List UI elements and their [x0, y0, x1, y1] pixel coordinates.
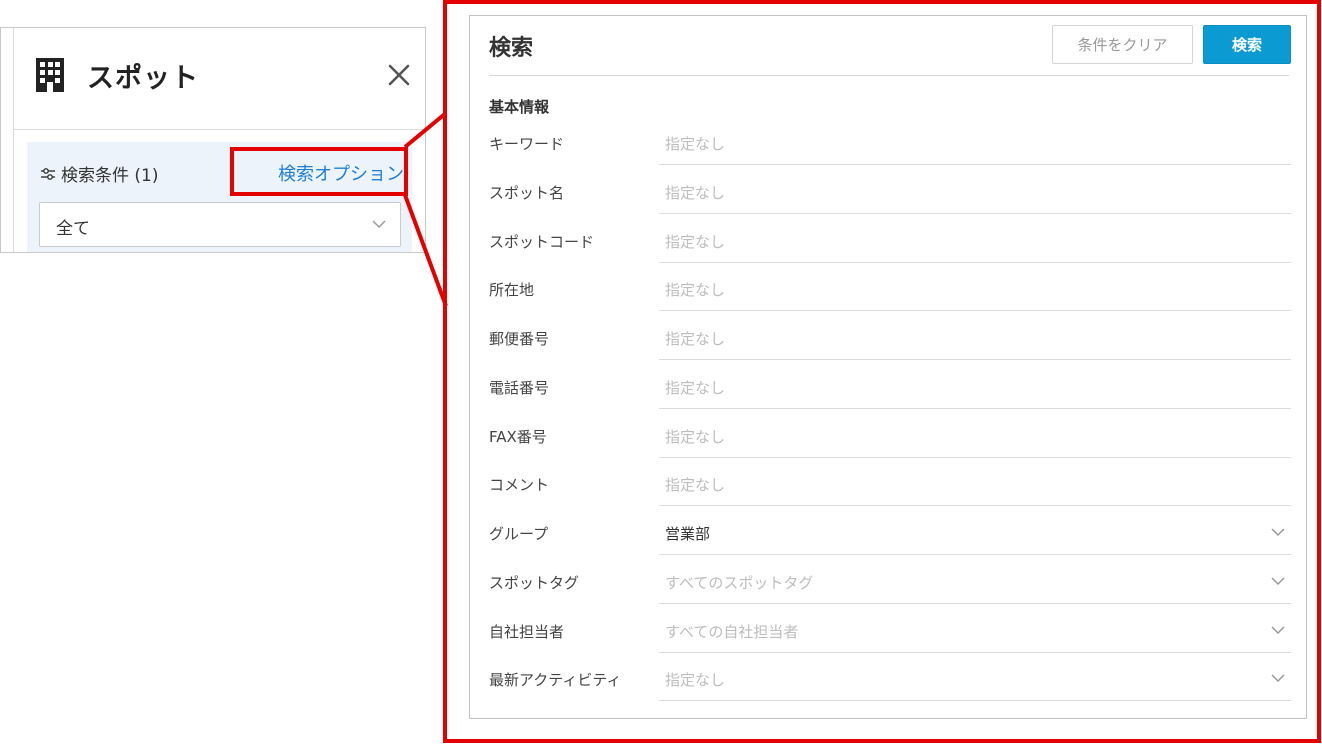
field-placeholder: 指定なし — [665, 281, 726, 300]
field-row-keyword: キーワード 指定なし — [489, 121, 1291, 170]
assignee-select[interactable]: すべての自社担当者 — [659, 609, 1291, 653]
field-row-spot-name: スポット名 指定なし — [489, 170, 1291, 219]
field-label: 所在地 — [489, 281, 535, 300]
close-icon[interactable] — [387, 63, 411, 87]
field-label: FAX番号 — [489, 427, 547, 446]
latest-activity-select[interactable]: 指定なし — [659, 657, 1291, 702]
field-label: 郵便番号 — [489, 330, 550, 348]
address-input[interactable]: 指定なし — [659, 267, 1291, 312]
field-label: スポット名 — [489, 183, 565, 202]
spot-panel: スポット 検索条件 (1) 検索オプション 全て — [0, 27, 426, 253]
scope-select-value: 全て — [56, 219, 90, 239]
field-value: 営業部 — [665, 525, 711, 543]
field-row-spot-tag: スポットタグ すべてのスポットタグ — [489, 560, 1291, 609]
search-options-dialog: 検索 条件をクリア 検索 基本情報 キーワード 指定なし スポット名 指定なし … — [469, 15, 1307, 719]
chevron-down-icon — [1271, 577, 1285, 585]
search-options-link[interactable]: 検索オプション — [278, 160, 404, 186]
postal-code-input[interactable]: 指定なし — [659, 316, 1291, 360]
comment-input[interactable]: 指定なし — [659, 462, 1291, 507]
spot-name-input[interactable]: 指定なし — [659, 170, 1291, 214]
chevron-down-icon — [1271, 625, 1285, 634]
field-row-fax: FAX番号 指定なし — [489, 414, 1291, 463]
phone-input[interactable]: 指定なし — [659, 365, 1291, 409]
search-conditions-box: 検索条件 (1) 検索オプション 全て — [27, 142, 412, 252]
search-conditions-label-group: 検索条件 (1) — [41, 161, 158, 186]
field-label: グループ — [489, 525, 549, 543]
field-label: キーワード — [489, 135, 565, 153]
chevron-down-icon — [1271, 528, 1285, 537]
field-placeholder: 指定なし — [665, 427, 726, 446]
filter-sliders-icon — [41, 167, 55, 180]
field-placeholder: 指定なし — [665, 330, 726, 348]
spot-panel-header: スポット — [14, 28, 425, 130]
dialog-title: 検索 — [489, 36, 534, 61]
field-row-address: 所在地 指定なし — [489, 267, 1291, 316]
chevron-down-icon — [1271, 674, 1285, 683]
scope-select[interactable]: 全て — [39, 202, 401, 247]
field-placeholder: 指定なし — [665, 135, 726, 153]
field-placeholder: すべてのスポットタグ — [665, 573, 814, 592]
field-placeholder: 指定なし — [665, 183, 726, 202]
search-fields: キーワード 指定なし スポット名 指定なし スポットコード 指定なし 所在地 指… — [489, 121, 1291, 706]
field-row-comment: コメント 指定なし — [489, 462, 1291, 511]
field-placeholder: すべての自社担当者 — [665, 622, 799, 641]
spot-tag-select[interactable]: すべてのスポットタグ — [659, 560, 1291, 604]
search-conditions-label: 検索条件 (1) — [61, 166, 159, 186]
chevron-down-icon — [372, 220, 386, 229]
spot-code-input[interactable]: 指定なし — [659, 219, 1291, 263]
spot-panel-inner: スポット 検索条件 (1) 検索オプション 全て — [13, 28, 425, 252]
group-select[interactable]: 営業部 — [659, 511, 1291, 555]
dialog-divider — [489, 75, 1289, 76]
panel-title: スポット — [87, 63, 199, 94]
field-placeholder: 指定なし — [665, 476, 726, 495]
search-button[interactable]: 検索 — [1203, 25, 1291, 64]
field-row-group: グループ 営業部 — [489, 511, 1291, 560]
field-placeholder: 指定なし — [665, 671, 726, 690]
field-label: 自社担当者 — [489, 622, 565, 641]
clear-conditions-button[interactable]: 条件をクリア — [1052, 25, 1193, 64]
fax-input[interactable]: 指定なし — [659, 414, 1291, 458]
field-label: スポットコード — [489, 232, 595, 251]
field-row-spot-code: スポットコード 指定なし — [489, 219, 1291, 268]
field-label: 電話番号 — [489, 378, 550, 397]
section-title-basic-info: 基本情報 — [489, 98, 550, 116]
field-row-postal-code: 郵便番号 指定なし — [489, 316, 1291, 365]
field-label: コメント — [489, 476, 550, 495]
keyword-input[interactable]: 指定なし — [659, 121, 1291, 165]
field-label: スポットタグ — [489, 573, 580, 592]
field-placeholder: 指定なし — [665, 232, 726, 251]
field-row-assignee: 自社担当者 すべての自社担当者 — [489, 609, 1291, 658]
building-icon — [36, 58, 64, 92]
field-placeholder: 指定なし — [665, 378, 726, 397]
field-label: 最新アクティビティ — [489, 671, 622, 690]
field-row-phone: 電話番号 指定なし — [489, 365, 1291, 414]
field-row-latest-activity: 最新アクティビティ 指定なし — [489, 657, 1291, 706]
